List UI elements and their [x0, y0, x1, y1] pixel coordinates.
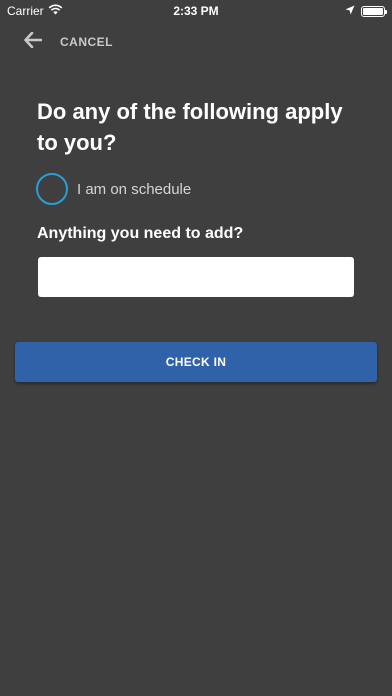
radio-button[interactable]: [36, 173, 68, 205]
carrier-label: Carrier: [7, 4, 44, 18]
battery-icon: [361, 5, 387, 17]
status-left: Carrier: [7, 4, 63, 18]
status-right: [345, 4, 387, 18]
arrow-left-icon: [24, 31, 43, 53]
wifi-icon: [48, 4, 63, 18]
page-title: Do any of the following apply to you?: [37, 99, 343, 155]
cancel-button[interactable]: CANCEL: [60, 35, 113, 49]
checkin-screen: Carrier 2:33 PM CANCEL Do any of the fol…: [0, 0, 392, 696]
add-notes-label: Anything you need to add?: [37, 225, 244, 242]
check-in-button[interactable]: CHECK IN: [15, 342, 377, 382]
back-button[interactable]: [22, 31, 44, 53]
nav-bar: CANCEL: [22, 30, 113, 54]
option-on-schedule[interactable]: I am on schedule: [36, 173, 191, 205]
location-arrow-icon: [345, 4, 355, 18]
add-notes-input[interactable]: [38, 257, 354, 297]
option-label: I am on schedule: [77, 180, 192, 198]
status-bar: Carrier 2:33 PM: [0, 0, 392, 22]
battery-level: [363, 7, 383, 15]
